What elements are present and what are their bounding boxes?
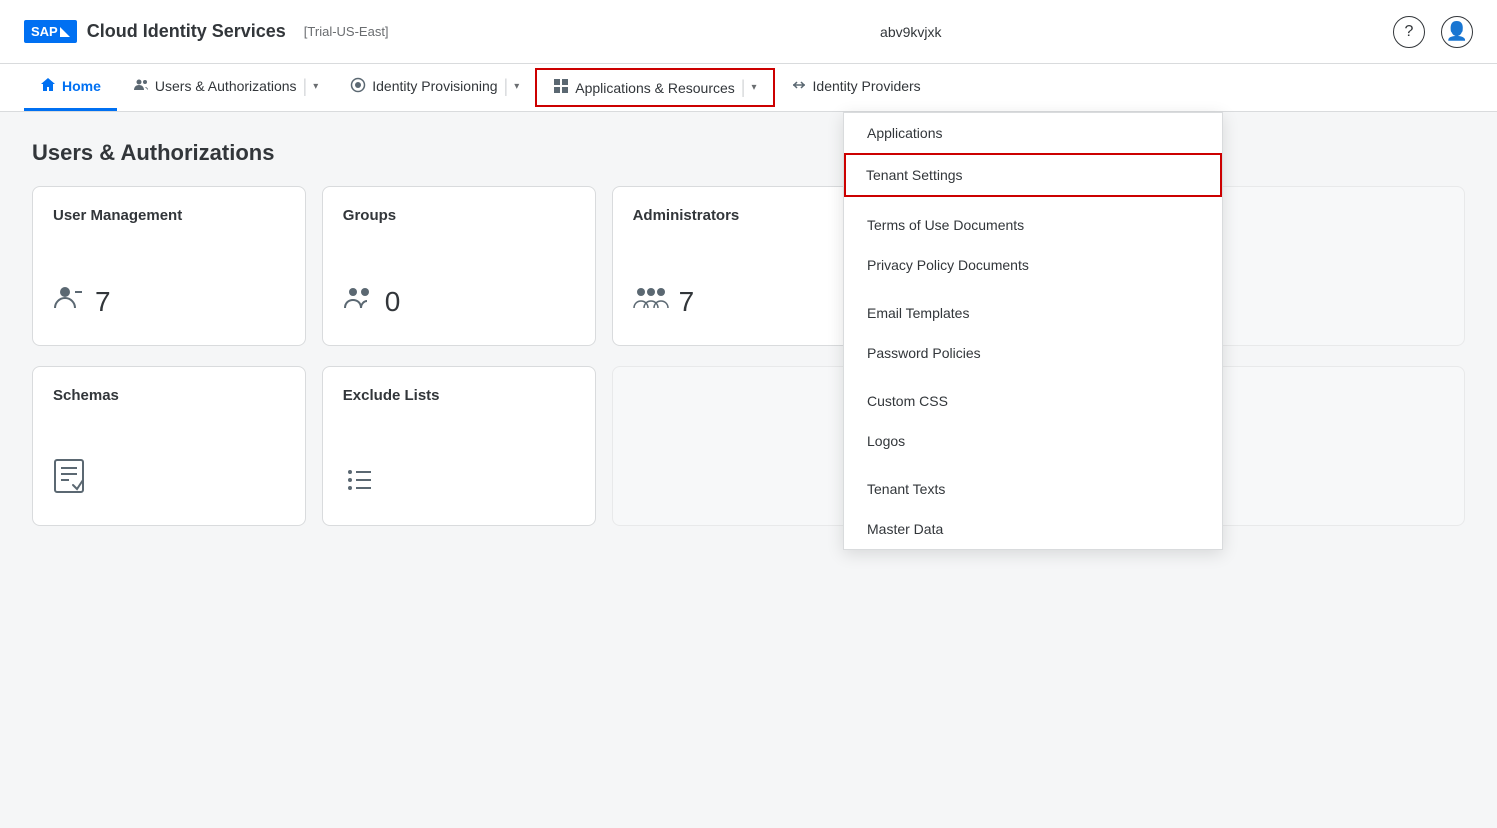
card-count-groups: 0 [385,286,401,318]
nav-label-provisioning: Identity Provisioning [372,78,497,94]
nav-label-users: Users & Authorizations [155,78,297,94]
app-title: Cloud Identity Services [87,21,286,42]
main-content: Users & Authorizations User Management 7… [0,112,1497,574]
card-title-exclude-lists: Exclude Lists [343,387,575,404]
nav-sep-2: | [504,76,509,97]
nav-chevron-users[interactable]: ▾ [313,81,318,92]
nav: Home Users & Authorizations | ▾ Identity… [0,64,1497,112]
nav-sep-3: | [741,77,746,98]
tenant-id: abv9kvjxk [880,24,941,40]
idp-icon [791,77,807,96]
administrators-icon [633,282,669,321]
card-groups[interactable]: Groups 0 [322,186,596,346]
users-icon [133,77,149,96]
card-empty [1191,186,1465,346]
card-title-groups: Groups [343,207,575,224]
nav-item-applications[interactable]: Applications & Resources | ▾ [535,68,774,107]
card-title-schemas: Schemas [53,387,285,404]
applications-dropdown: Applications Tenant Settings Terms of Us… [843,112,1223,550]
help-icon[interactable]: ? [1393,16,1425,48]
card-empty-4 [1191,366,1465,526]
section-title: Users & Authorizations [32,140,1465,166]
dropdown-item-css[interactable]: Custom CSS [844,381,1222,421]
provisioning-icon [350,77,366,96]
nav-label-applications: Applications & Resources [575,80,735,96]
dropdown-item-privacy[interactable]: Privacy Policy Documents [844,245,1222,285]
nav-item-provisioning[interactable]: Identity Provisioning | ▾ [334,64,535,111]
user-management-icon [53,282,85,321]
nav-label-idp: Identity Providers [813,78,921,94]
sap-logo-triangle [60,27,70,37]
card-count-user-management: 7 [95,286,111,318]
header-right: ? 👤 [1393,16,1473,48]
schemas-icon [53,458,85,501]
dropdown-item-texts[interactable]: Tenant Texts [844,469,1222,509]
card-content-groups: 0 [343,282,575,321]
nav-item-idp[interactable]: Identity Providers [775,64,937,111]
card-schemas[interactable]: Schemas [32,366,306,526]
cards-row-2: Schemas Exclude Lists [32,366,1465,526]
dropdown-item-logos[interactable]: Logos [844,421,1222,461]
user-profile-icon[interactable]: 👤 [1441,16,1473,48]
nav-sep-1: | [303,76,308,97]
nav-chevron-applications[interactable]: ▾ [751,82,756,93]
exclude-lists-icon [343,462,375,501]
header-center: abv9kvjxk [429,24,1393,40]
card-title-user-management: User Management [53,207,285,224]
cards-row-1: User Management 7 Groups 0 Administrator… [32,186,1465,346]
app-environment: [Trial-US-East] [304,24,389,39]
dropdown-item-email[interactable]: Email Templates [844,293,1222,333]
header: SAP Cloud Identity Services [Trial-US-Ea… [0,0,1497,64]
dropdown-item-password[interactable]: Password Policies [844,333,1222,373]
home-icon [40,77,56,96]
sap-text: SAP [31,24,58,39]
dropdown-item-terms[interactable]: Terms of Use Documents [844,205,1222,245]
card-content-user-management: 7 [53,282,285,321]
nav-item-home[interactable]: Home [24,64,117,111]
card-content-exclude-lists [343,462,575,501]
nav-chevron-provisioning[interactable]: ▾ [514,81,519,92]
groups-icon [343,282,375,321]
dropdown-item-tenant-settings[interactable]: Tenant Settings [844,153,1222,197]
card-user-management[interactable]: User Management 7 [32,186,306,346]
brand: SAP Cloud Identity Services [Trial-US-Ea… [24,20,389,43]
sap-logo: SAP [24,20,77,43]
nav-label-home: Home [62,78,101,94]
card-content-schemas [53,458,285,501]
card-count-administrators: 7 [679,286,695,318]
applications-icon [553,78,569,97]
card-content-administrators: 7 [633,282,865,321]
nav-item-users[interactable]: Users & Authorizations | ▾ [117,64,334,111]
card-title-administrators: Administrators [633,207,865,224]
dropdown-item-master-data[interactable]: Master Data [844,509,1222,549]
card-exclude-lists[interactable]: Exclude Lists [322,366,596,526]
dropdown-item-applications[interactable]: Applications [844,113,1222,153]
